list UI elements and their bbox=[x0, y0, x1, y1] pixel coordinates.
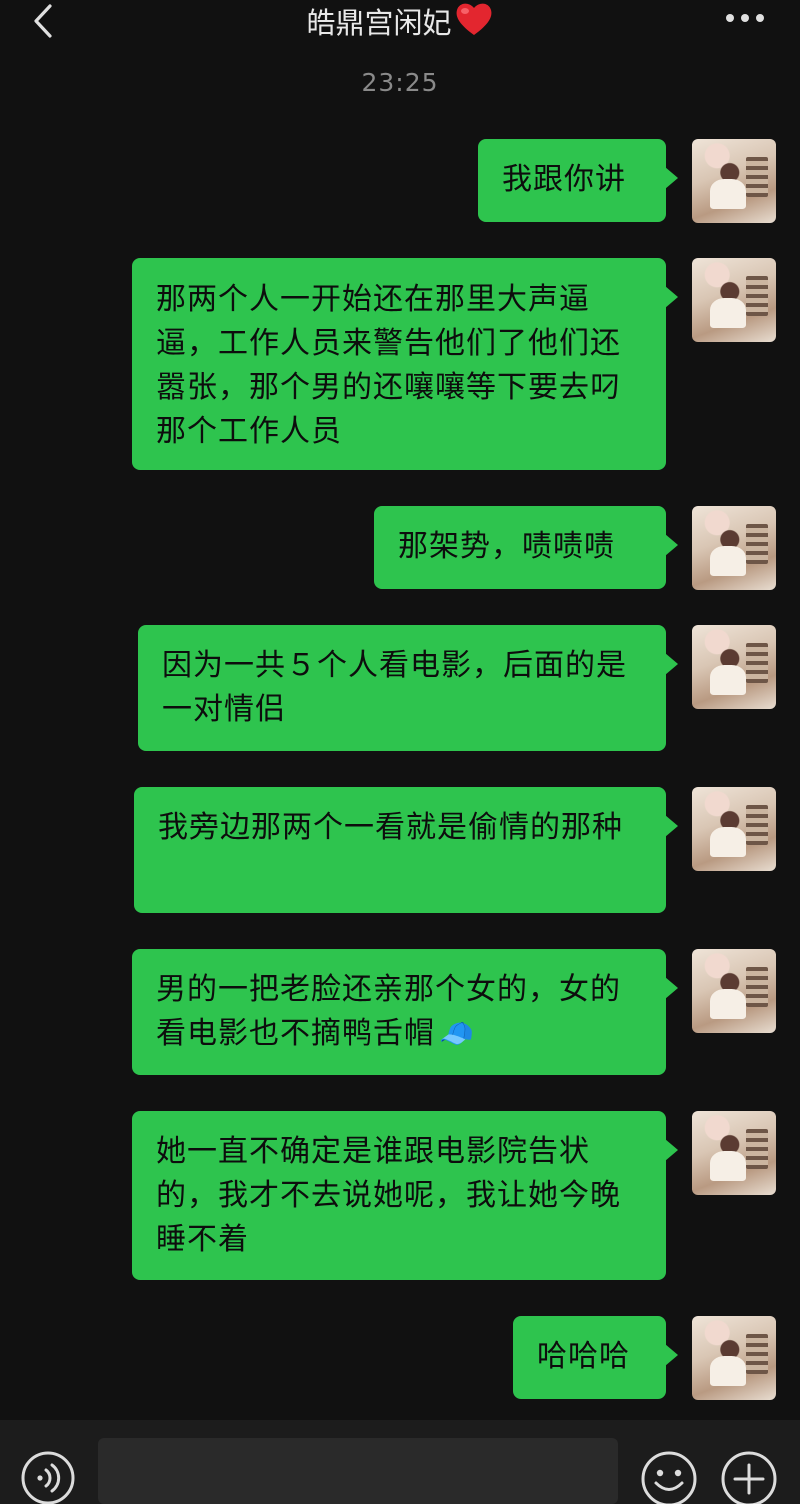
message-bubble[interactable]: 男的一把老脸还亲那个女的，女的看电影也不摘鸭舌帽 🧢 bbox=[132, 949, 678, 1075]
message-bubble[interactable]: 因为一共５个人看电影，后面的是一对情侣 bbox=[138, 625, 678, 751]
message-bubble[interactable]: 哈哈哈 bbox=[513, 1316, 678, 1399]
avatar[interactable] bbox=[692, 787, 776, 871]
plus-icon bbox=[721, 1451, 777, 1504]
more-options-button[interactable] bbox=[720, 6, 770, 30]
voice-icon bbox=[21, 1451, 75, 1504]
avatar[interactable] bbox=[692, 1111, 776, 1195]
voice-button[interactable] bbox=[20, 1450, 76, 1504]
chat-screen: 皓鼎宫闲妃 23:25 我跟你讲 那两个人一开始还在那里大声逼逼，工作人员来警告… bbox=[0, 0, 800, 1504]
chat-title-text: 皓鼎宫闲妃 bbox=[306, 6, 452, 40]
message-input[interactable] bbox=[98, 1438, 618, 1504]
avatar[interactable] bbox=[692, 1316, 776, 1400]
plus-button[interactable] bbox=[720, 1450, 778, 1504]
avatar[interactable] bbox=[692, 258, 776, 342]
avatar[interactable] bbox=[692, 625, 776, 709]
message-text: 男的一把老脸还亲那个女的，女的看电影也不摘鸭舌帽 bbox=[156, 972, 621, 1051]
message-bubble[interactable]: 我跟你讲 bbox=[478, 139, 678, 222]
chat-title: 皓鼎宫闲妃 bbox=[0, 0, 800, 40]
avatar[interactable] bbox=[692, 139, 776, 223]
chevron-left-icon bbox=[34, 4, 52, 38]
message-text: 哈哈哈 bbox=[537, 1339, 630, 1374]
chat-timestamp: 23:25 bbox=[361, 68, 439, 97]
avatar[interactable] bbox=[692, 949, 776, 1033]
back-button[interactable] bbox=[22, 2, 72, 42]
message-text: 她一直不确定是谁跟电影院告状的，我才不去说她呢，我让她今晚睡不着 bbox=[156, 1134, 621, 1257]
message-bubble[interactable]: 那两个人一开始还在那里大声逼逼，工作人员来警告他们了他们还嚣张，那个男的还嚷嚷等… bbox=[132, 258, 678, 470]
message-text: 我跟你讲 bbox=[502, 162, 626, 197]
message-text: 我旁边那两个一看就是偷情的那种 bbox=[158, 810, 623, 845]
more-dots-icon bbox=[726, 14, 764, 22]
message-text: 那两个人一开始还在那里大声逼逼，工作人员来警告他们了他们还嚣张，那个男的还嚷嚷等… bbox=[156, 282, 621, 449]
chat-header: 皓鼎宫闲妃 bbox=[0, 0, 800, 56]
avatar[interactable] bbox=[692, 506, 776, 590]
message-bubble[interactable]: 那架势，啧啧啧 bbox=[374, 506, 678, 589]
input-bar bbox=[0, 1420, 800, 1504]
heart-icon bbox=[454, 0, 494, 47]
message-text: 因为一共５个人看电影，后面的是一对情侣 bbox=[162, 648, 627, 727]
message-bubble[interactable]: 她一直不确定是谁跟电影院告状的，我才不去说她呢，我让她今晚睡不着 bbox=[132, 1111, 678, 1280]
emoji-icon bbox=[641, 1451, 697, 1504]
message-bubble[interactable]: 我旁边那两个一看就是偷情的那种 bbox=[134, 787, 678, 913]
message-text: 那架势，啧啧啧 bbox=[398, 529, 615, 564]
emoji-button[interactable] bbox=[640, 1450, 698, 1504]
cap-emoji-icon: 🧢 bbox=[439, 1017, 475, 1050]
